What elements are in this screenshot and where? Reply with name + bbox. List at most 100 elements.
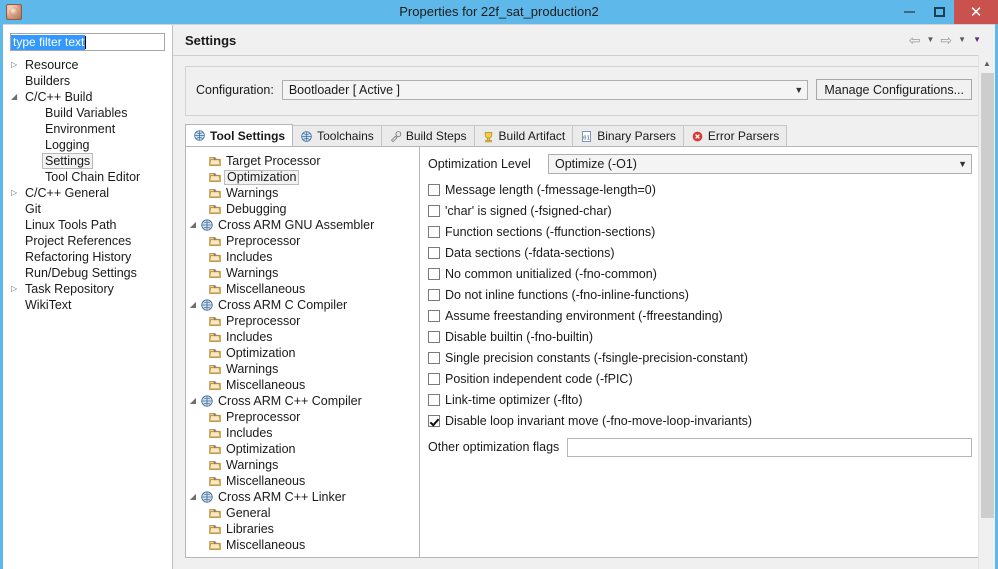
- collapse-arrow-icon[interactable]: [11, 185, 23, 201]
- other-optimization-flags-label: Other optimization flags: [428, 440, 560, 454]
- back-arrow-icon[interactable]: ⇦: [908, 33, 922, 47]
- expand-arrow-icon[interactable]: [186, 489, 200, 505]
- configuration-select[interactable]: Bootloader [ Active ] ▼: [281, 79, 809, 100]
- sidebar-item-task-repository[interactable]: Task Repository: [3, 281, 172, 297]
- option-row[interactable]: No common unitialized (-fno-common): [428, 263, 972, 284]
- checkbox[interactable]: [428, 351, 440, 364]
- sidebar-item-linux-tools-path[interactable]: Linux Tools Path: [3, 217, 172, 233]
- collapse-arrow-icon[interactable]: [11, 57, 23, 73]
- expand-arrow-icon[interactable]: [186, 393, 200, 409]
- scroll-up-icon[interactable]: ▲: [979, 55, 995, 71]
- option-row[interactable]: 'char' is signed (-fsigned-char): [428, 200, 972, 221]
- expand-arrow-icon[interactable]: [186, 297, 200, 313]
- option-row[interactable]: Function sections (-ffunction-sections): [428, 221, 972, 242]
- sidebar-item-run-debug-settings[interactable]: Run/Debug Settings: [3, 265, 172, 281]
- sidebar-item-settings[interactable]: Settings: [3, 153, 172, 169]
- option-row[interactable]: Disable builtin (-fno-builtin): [428, 326, 972, 347]
- tool-tree-item[interactable]: Miscellaneous: [186, 377, 419, 393]
- tool-tree-item[interactable]: Miscellaneous: [186, 281, 419, 297]
- option-row[interactable]: Do not inline functions (-fno-inline-fun…: [428, 284, 972, 305]
- view-menu-chevron-down-icon[interactable]: ▼: [971, 36, 983, 44]
- tool-tree-item[interactable]: Cross ARM C++ Compiler: [186, 393, 419, 409]
- checkbox[interactable]: [428, 330, 440, 343]
- tool-tree-item[interactable]: Cross ARM C++ Linker: [186, 489, 419, 505]
- option-row[interactable]: Message length (-fmessage-length=0): [428, 179, 972, 200]
- tab-binary-parsers[interactable]: 01 Binary Parsers: [572, 125, 684, 146]
- tool-tree-item[interactable]: General: [186, 505, 419, 521]
- sidebar-item-environment[interactable]: Environment: [3, 121, 172, 137]
- sidebar-item-wikitext[interactable]: WikiText: [3, 297, 172, 313]
- tab-tool-settings[interactable]: Tool Settings: [185, 124, 294, 146]
- collapse-arrow-icon[interactable]: [11, 281, 23, 297]
- checkbox[interactable]: [428, 393, 440, 406]
- checkbox[interactable]: [428, 267, 440, 280]
- checkbox[interactable]: [428, 225, 440, 238]
- sidebar-item-builders[interactable]: Builders: [3, 73, 172, 89]
- scrollbar-thumb[interactable]: [981, 73, 994, 518]
- sidebar-item-refactoring-history[interactable]: Refactoring History: [3, 249, 172, 265]
- expand-arrow-icon[interactable]: [11, 89, 23, 105]
- tool-tree-item[interactable]: Optimization: [186, 345, 419, 361]
- option-row[interactable]: Assume freestanding environment (-ffrees…: [428, 305, 972, 326]
- page-icon: [208, 154, 222, 168]
- maximize-button[interactable]: [924, 0, 954, 24]
- content-vertical-scrollbar[interactable]: ▲: [978, 55, 995, 569]
- tool-tree-item[interactable]: Includes: [186, 425, 419, 441]
- tool-tree-item[interactable]: Cross ARM C Compiler: [186, 297, 419, 313]
- tool-tree-item[interactable]: Warnings: [186, 457, 419, 473]
- tool-tree-item[interactable]: Includes: [186, 329, 419, 345]
- tab-build-steps[interactable]: Build Steps: [380, 125, 475, 146]
- tool-tree-item-label: Warnings: [226, 266, 279, 280]
- tool-tree-item[interactable]: Miscellaneous: [186, 537, 419, 553]
- tool-tree-item[interactable]: Optimization: [186, 441, 419, 457]
- option-row[interactable]: Position independent code (-fPIC): [428, 368, 972, 389]
- tool-tree-item[interactable]: Warnings: [186, 265, 419, 281]
- minimize-button[interactable]: [894, 0, 924, 24]
- tool-tree-item[interactable]: Preprocessor: [186, 409, 419, 425]
- tab-build-artifact[interactable]: Build Artifact: [473, 125, 574, 146]
- checkbox[interactable]: [428, 204, 440, 217]
- expand-arrow-icon[interactable]: [186, 217, 200, 233]
- manage-configurations-button[interactable]: Manage Configurations...: [816, 79, 972, 100]
- close-button[interactable]: ✕: [954, 0, 998, 24]
- checkbox[interactable]: [428, 309, 440, 322]
- sidebar-item-project-references[interactable]: Project References: [3, 233, 172, 249]
- sidebar-item-c-c-general[interactable]: C/C++ General: [3, 185, 172, 201]
- option-row[interactable]: Single precision constants (-fsingle-pre…: [428, 347, 972, 368]
- checkbox[interactable]: [428, 288, 440, 301]
- binary-parsers-icon: 01: [580, 130, 593, 143]
- tool-tree-item[interactable]: Libraries: [186, 521, 419, 537]
- tool-tree-item[interactable]: Cross ARM GNU Assembler: [186, 217, 419, 233]
- option-row[interactable]: Disable loop invariant move (-fno-move-l…: [428, 410, 972, 431]
- tool-icon: [200, 218, 214, 232]
- sidebar-item-logging[interactable]: Logging: [3, 137, 172, 153]
- sidebar-item-build-variables[interactable]: Build Variables: [3, 105, 172, 121]
- forward-arrow-icon[interactable]: ⇨: [939, 33, 953, 47]
- checkbox[interactable]: [428, 246, 440, 259]
- tool-tree-item[interactable]: Target Processor: [186, 153, 419, 169]
- tool-tree-item[interactable]: Warnings: [186, 185, 419, 201]
- tab-toolchains[interactable]: Toolchains: [292, 125, 382, 146]
- option-row[interactable]: Link-time optimizer (-flto): [428, 389, 972, 410]
- checkbox-checked[interactable]: [428, 414, 440, 427]
- sidebar-item-tool-chain-editor[interactable]: Tool Chain Editor: [3, 169, 172, 185]
- other-optimization-flags-input[interactable]: [567, 437, 972, 457]
- checkbox[interactable]: [428, 183, 440, 196]
- optimization-level-select[interactable]: Optimize (-O1) ▼: [548, 153, 972, 174]
- tool-tree-item[interactable]: Miscellaneous: [186, 473, 419, 489]
- tool-tree-item[interactable]: Warnings: [186, 361, 419, 377]
- tool-tree-item[interactable]: Preprocessor: [186, 233, 419, 249]
- tab-error-parsers[interactable]: Error Parsers: [682, 125, 788, 146]
- filter-input[interactable]: type filter text: [10, 33, 165, 51]
- back-menu-chevron-down-icon[interactable]: ▼: [925, 36, 937, 44]
- tool-tree-item[interactable]: Includes: [186, 249, 419, 265]
- sidebar-item-c-c-build[interactable]: C/C++ Build: [3, 89, 172, 105]
- option-row[interactable]: Data sections (-fdata-sections): [428, 242, 972, 263]
- sidebar-item-resource[interactable]: Resource: [3, 57, 172, 73]
- forward-menu-chevron-down-icon[interactable]: ▼: [956, 36, 968, 44]
- tool-tree-item[interactable]: Preprocessor: [186, 313, 419, 329]
- sidebar-item-git[interactable]: Git: [3, 201, 172, 217]
- tool-tree-item[interactable]: Optimization: [186, 169, 419, 185]
- tool-tree-item[interactable]: Debugging: [186, 201, 419, 217]
- checkbox[interactable]: [428, 372, 440, 385]
